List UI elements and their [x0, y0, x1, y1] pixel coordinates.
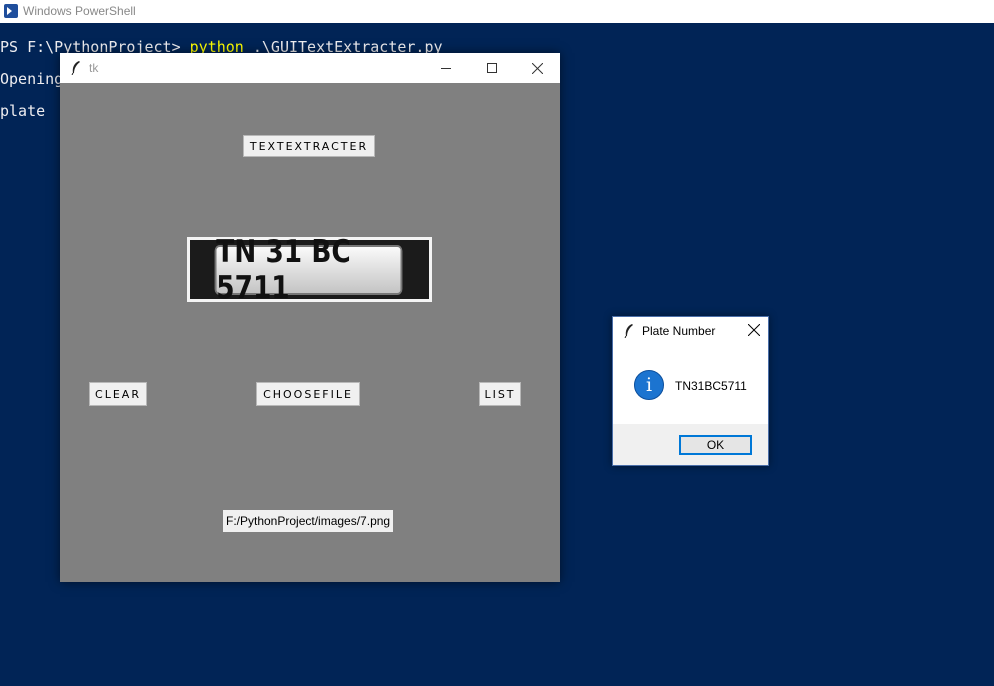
powershell-icon: [4, 4, 18, 18]
dialog-message: TN31BC5711: [675, 379, 747, 393]
dialog-title: Plate Number: [642, 324, 716, 338]
minimize-icon: [441, 68, 451, 69]
maximize-button[interactable]: [469, 53, 515, 83]
close-icon[interactable]: [748, 324, 760, 336]
feather-icon: [71, 61, 80, 75]
list-button[interactable]: LIST: [479, 382, 521, 406]
clear-button[interactable]: CLEAR: [89, 382, 147, 406]
plate-number-dialog: Plate Number i TN31BC5711 OK: [612, 316, 769, 466]
close-button[interactable]: [514, 53, 560, 83]
textextracter-button[interactable]: TEXTEXTRACTER: [243, 135, 375, 157]
dialog-footer: OK: [613, 424, 768, 465]
info-icon: i: [634, 370, 664, 400]
feather-icon: [624, 324, 633, 338]
tk-body: TEXTEXTRACTER TN 31 BC 5711 CLEAR CHOOSE…: [60, 83, 560, 582]
plate-text: TN 31 BC 5711: [214, 234, 403, 306]
powershell-title: Windows PowerShell: [23, 4, 136, 18]
file-path-label: F:/PythonProject/images/7.png: [223, 510, 394, 532]
close-icon: [531, 62, 543, 74]
tk-window: tk TEXTEXTRACTER TN 31 BC 5711 CLEAR CHO…: [60, 53, 560, 582]
tk-window-title: tk: [89, 61, 99, 75]
plate-image: TN 31 BC 5711: [187, 234, 432, 306]
powershell-titlebar[interactable]: Windows PowerShell: [0, 0, 994, 23]
ok-button[interactable]: OK: [679, 435, 752, 455]
minimize-button[interactable]: [423, 53, 469, 83]
choosefile-button[interactable]: CHOOSEFILE: [256, 382, 360, 406]
tk-titlebar[interactable]: tk: [60, 53, 560, 83]
maximize-icon: [487, 63, 497, 73]
